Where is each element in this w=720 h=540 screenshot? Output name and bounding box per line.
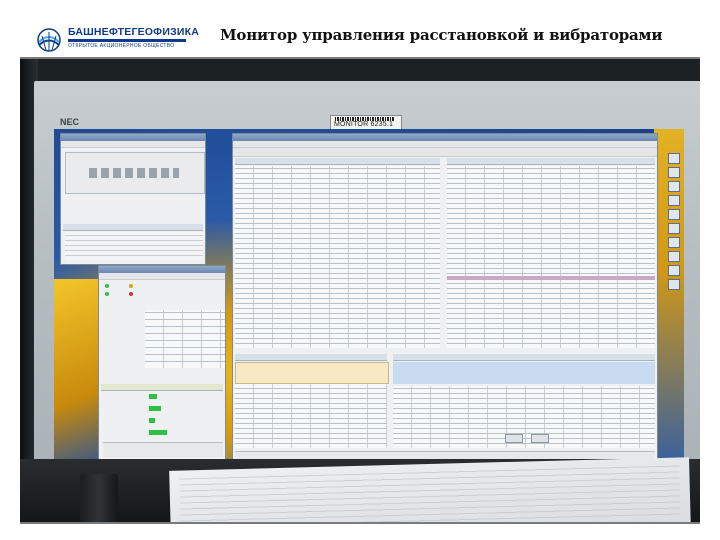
monitor-bezel: NEC MONITOR 6235.1 [34,81,700,501]
main-application-window [232,133,658,469]
monitoring-window [98,265,226,461]
company-subtitle: ОТКРЫТОЕ АКЦИОНЕРНОЕ ОБЩЕСТВО [68,43,175,49]
slide-header: БАШНЕФТЕГЕОФИЗИКА ОТКРЫТОЕ АКЦИОНЕРНОЕ О… [0,0,720,58]
monitor-label-text: MONITOR 6235.1 [334,121,394,128]
monitor-screen [54,129,684,479]
logo-underline [68,39,186,42]
company-name: БАШНЕФТЕГЕОФИЗИКА [68,26,199,38]
pen-holder [80,474,118,522]
vibrators-table [447,166,655,348]
activity-window [60,133,206,265]
globe-logo-icon [37,28,61,52]
company-logo: БАШНЕФТЕГЕОФИЗИКА ОТКРЫТОЕ АКЦИОНЕРНОЕ О… [34,24,199,54]
monitor-brand: NEC [60,117,80,127]
monitor-photo: NEC MONITOR 6235.1 [20,59,700,522]
operations-table [235,166,440,348]
sidebar-icons [668,153,682,383]
slide-title: Монитор управления расстановкой и вибрат… [220,26,663,44]
frame-bottom-line [20,522,700,524]
